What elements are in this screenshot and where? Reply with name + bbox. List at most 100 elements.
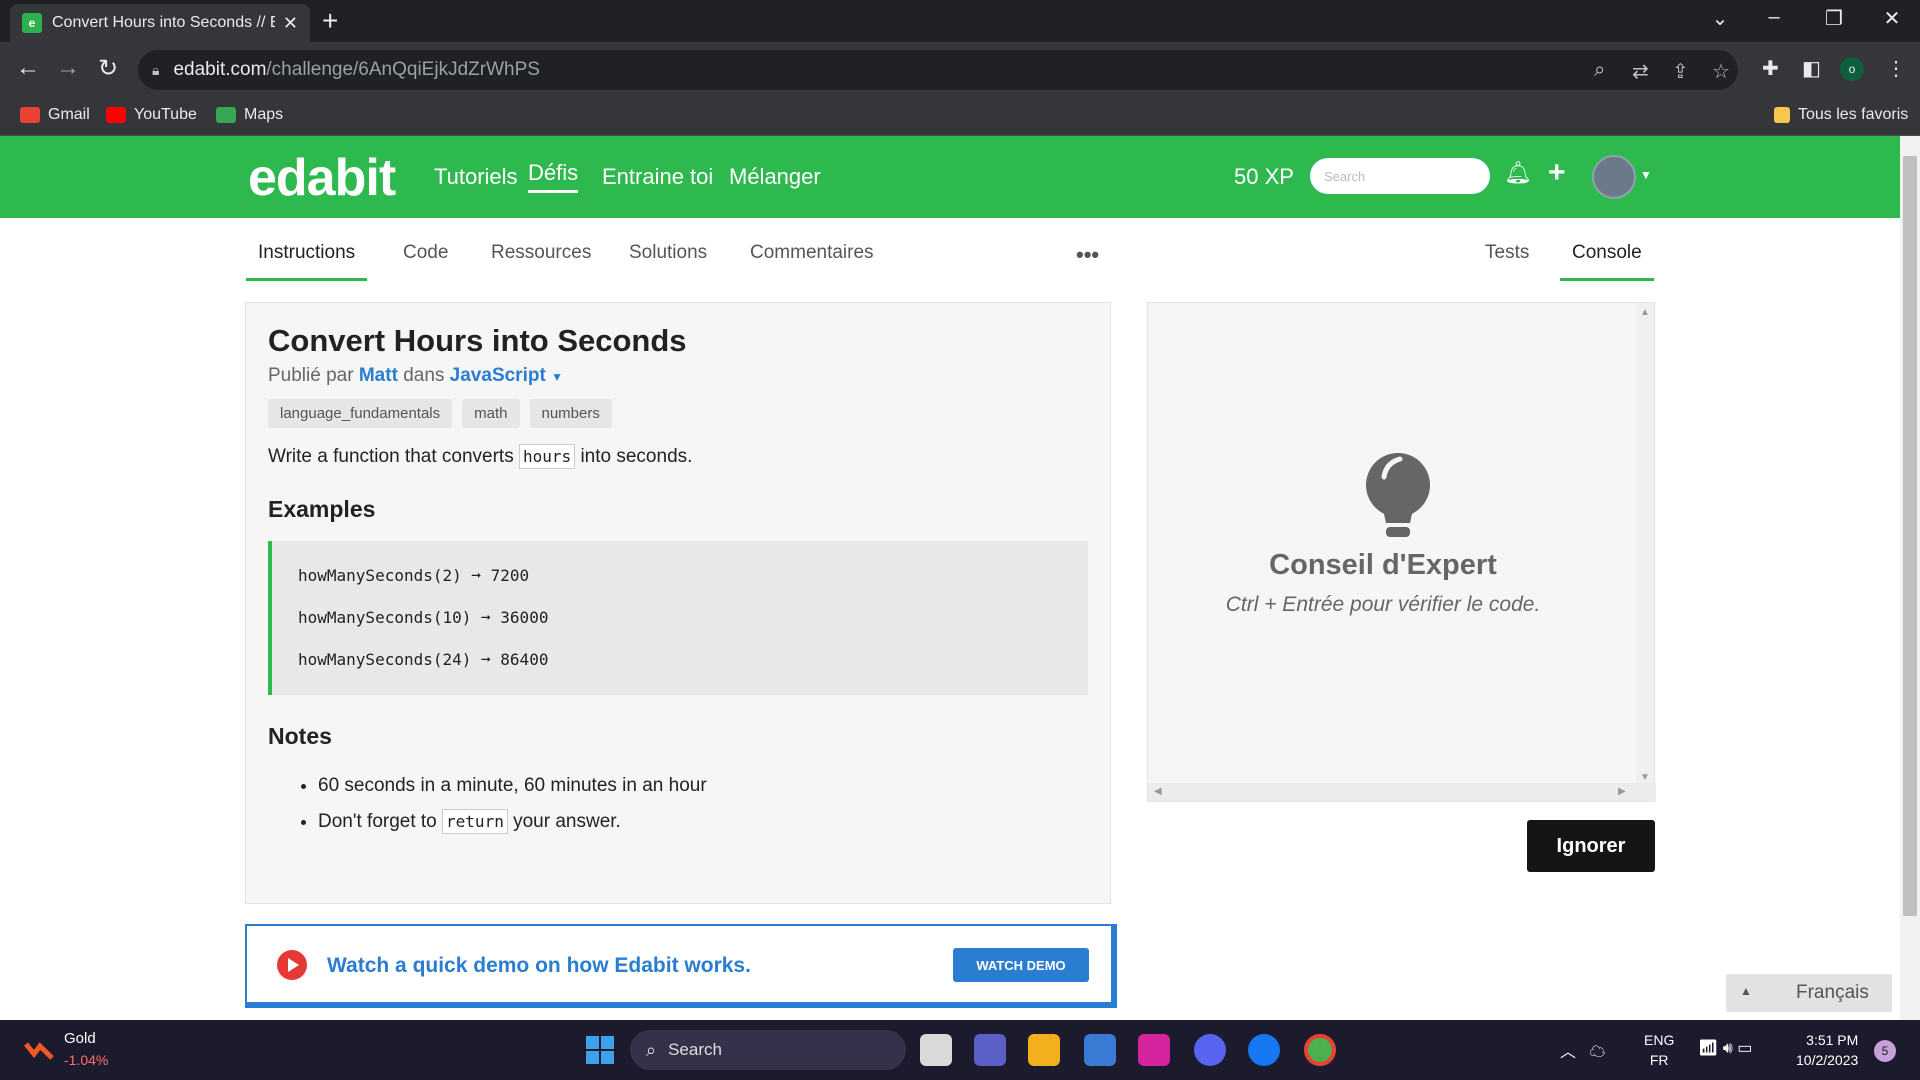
menu-kebab-icon[interactable]: ⋮: [1886, 56, 1906, 81]
challenge-tabs: Instructions Code Ressources Solutions C…: [0, 218, 1900, 281]
console-horizontal-scrollbar[interactable]: ◀ ▶: [1148, 783, 1656, 801]
restore-button[interactable]: ❐: [1814, 6, 1854, 31]
page-scrollbar[interactable]: [1900, 136, 1920, 1020]
tab-code[interactable]: Code: [403, 242, 448, 278]
bell-icon[interactable]: 🔔︎: [1504, 160, 1532, 186]
tag-numbers[interactable]: numbers: [529, 399, 612, 428]
discord-icon[interactable]: [1194, 1034, 1226, 1066]
tab-commentaires[interactable]: Commentaires: [750, 242, 874, 278]
minimize-button[interactable]: –: [1754, 6, 1794, 29]
date: 10/2/2023: [1796, 1052, 1859, 1068]
play-icon[interactable]: [277, 950, 307, 980]
zoom-search-icon[interactable]: ⌕: [1594, 59, 1605, 82]
tab-ressources[interactable]: Ressources: [491, 242, 591, 278]
forward-button[interactable]: →: [52, 54, 84, 82]
facebook-icon[interactable]: [1248, 1034, 1280, 1066]
examples-block: howManySeconds(2) ➞ 7200 howManySeconds(…: [268, 541, 1088, 695]
challenge-title: Convert Hours into Seconds: [268, 323, 687, 358]
translate-icon[interactable]: ⇄: [1632, 59, 1649, 84]
windows-taskbar: Gold -1.04% ⌕ Search ︿ ☁ ENG FR 📶︎ 🔊︎ ▭ …: [0, 1020, 1920, 1080]
language-dropdown[interactable]: ▲ Français: [1726, 974, 1892, 1012]
scrollbar-thumb[interactable]: [1903, 156, 1917, 916]
close-window-button[interactable]: ✕: [1872, 6, 1912, 31]
file-explorer-icon[interactable]: [1028, 1034, 1060, 1066]
gmail-icon: [20, 107, 40, 123]
tab-tests[interactable]: Tests: [1485, 242, 1529, 278]
address-bar[interactable]: 🔒︎ edabit.com /challenge/6AnQqiEjkJdZrWh…: [138, 50, 1738, 90]
chevron-down-icon[interactable]: ▼: [1640, 168, 1652, 182]
avatar[interactable]: [1592, 155, 1636, 199]
tag-math[interactable]: math: [462, 399, 520, 428]
tab-title: Convert Hours into Seconds // E: [52, 14, 275, 31]
demo-banner: Watch a quick demo on how Edabit works. …: [245, 924, 1117, 1008]
inline-code: hours: [519, 444, 576, 469]
nav-melanger[interactable]: Mélanger: [729, 164, 821, 190]
stock-trend-icon[interactable]: [24, 1038, 54, 1060]
desc-text: Write a function that converts: [268, 446, 514, 467]
scroll-left-arrow-icon[interactable]: ◀: [1154, 786, 1162, 797]
note-text: Don't forget to: [318, 811, 437, 832]
nav-entraine-toi[interactable]: Entraine toi: [602, 164, 713, 190]
profile-avatar[interactable]: o: [1840, 57, 1864, 81]
network-volume-battery-icons[interactable]: 📶︎ 🔊︎ ▭: [1698, 1038, 1752, 1058]
bookmark-star-icon[interactable]: ☆: [1712, 59, 1730, 84]
new-tab-button[interactable]: +: [322, 6, 338, 36]
nav-tutoriels[interactable]: Tutoriels: [434, 164, 518, 190]
instagram-icon[interactable]: [1138, 1034, 1170, 1066]
windows-start-icon[interactable]: [586, 1036, 614, 1064]
console-vertical-scrollbar[interactable]: ▲ ▼: [1636, 303, 1654, 785]
language-selector[interactable]: JavaScript: [450, 365, 546, 386]
scroll-up-arrow-icon[interactable]: ▲: [1640, 307, 1650, 318]
teams-icon[interactable]: [974, 1034, 1006, 1066]
demo-text[interactable]: Watch a quick demo on how Edabit works.: [327, 954, 751, 978]
scroll-down-arrow-icon[interactable]: ▼: [1640, 772, 1650, 783]
console-panel[interactable]: Conseil d'Expert Ctrl + Entrée pour véri…: [1147, 302, 1656, 802]
challenge-meta: Publié par Matt dans JavaScript ▼: [268, 365, 1088, 387]
share-icon[interactable]: ⇪: [1672, 59, 1689, 84]
tag-language-fundamentals[interactable]: language_fundamentals: [268, 399, 453, 428]
taskbar-search[interactable]: ⌕ Search: [630, 1030, 906, 1070]
store-icon[interactable]: [1084, 1034, 1116, 1066]
clock[interactable]: 3:51 PM 10/2/2023: [1796, 1030, 1858, 1070]
tab-instructions[interactable]: Instructions: [246, 242, 368, 281]
edabit-logo[interactable]: edabit: [248, 148, 396, 208]
bookmark-gmail[interactable]: Gmail: [20, 106, 90, 124]
tray-overflow-icon[interactable]: ︿ ☁: [1560, 1038, 1605, 1062]
challenge-description: Write a function that converts hours int…: [268, 444, 1088, 469]
bookmark-youtube[interactable]: YouTube: [106, 106, 197, 124]
plus-icon[interactable]: +: [1548, 156, 1566, 190]
side-panel-icon[interactable]: ◧: [1802, 56, 1821, 81]
reload-button[interactable]: ↻: [92, 54, 124, 83]
notes-heading: Notes: [268, 723, 332, 749]
widget-title[interactable]: Gold: [64, 1030, 96, 1047]
examples-heading: Examples: [268, 496, 376, 522]
desc-text: into seconds.: [580, 446, 693, 467]
edabit-favicon-icon: e: [22, 13, 42, 33]
close-tab-icon[interactable]: ✕: [283, 13, 298, 34]
note-item: 60 seconds in a minute, 60 minutes in an…: [318, 768, 1088, 804]
bookmark-maps[interactable]: Maps: [216, 106, 283, 124]
more-options-icon[interactable]: •••: [1076, 242, 1099, 268]
chrome-icon[interactable]: [1304, 1034, 1336, 1066]
browser-tab[interactable]: e Convert Hours into Seconds // E ✕: [10, 4, 310, 42]
task-view-icon[interactable]: [920, 1034, 952, 1066]
author-link[interactable]: Matt: [359, 365, 398, 386]
scroll-right-arrow-icon[interactable]: ▶: [1618, 786, 1626, 797]
tab-search-icon[interactable]: ⌄: [1700, 6, 1740, 31]
caret-down-icon[interactable]: ▼: [551, 370, 563, 384]
extensions-icon[interactable]: ✚: [1762, 56, 1779, 81]
notification-badge[interactable]: 5: [1874, 1040, 1896, 1062]
watch-demo-button[interactable]: WATCH DEMO: [953, 948, 1089, 982]
back-button[interactable]: ←: [12, 54, 44, 82]
tab-solutions[interactable]: Solutions: [629, 242, 707, 278]
lock-icon: 🔒︎: [152, 61, 160, 78]
search-input[interactable]: [1310, 158, 1490, 194]
all-favorites[interactable]: Tous les favoris: [1774, 106, 1908, 124]
nav-defis[interactable]: Défis: [528, 160, 579, 193]
tab-console[interactable]: Console: [1560, 242, 1654, 281]
input-language[interactable]: ENG FR: [1644, 1030, 1674, 1070]
ignore-button[interactable]: Ignorer: [1527, 820, 1655, 872]
example-line: howManySeconds(24) ➞ 86400: [298, 650, 549, 669]
example-line: howManySeconds(2) ➞ 7200: [298, 566, 530, 585]
widget-value: -1.04%: [64, 1052, 109, 1068]
